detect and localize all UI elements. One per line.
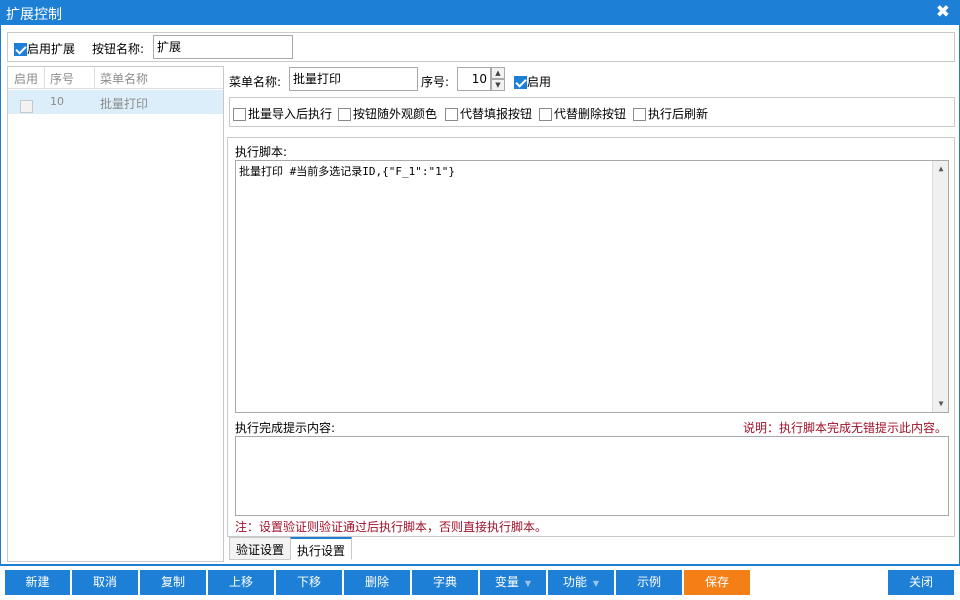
column-header-enabled: 启用 [14, 72, 39, 86]
menu-name-input[interactable]: 批量打印 [289, 67, 418, 91]
enable-extension-checkbox[interactable] [14, 43, 27, 56]
save-button[interactable]: 保存 [684, 570, 750, 595]
function-button-label: 功能 [562, 575, 587, 589]
move-up-button[interactable]: 上移 [208, 570, 274, 595]
script-scrollbar[interactable]: ▲ ▼ [932, 161, 948, 412]
scroll-down-icon[interactable]: ▼ [933, 396, 949, 412]
spin-up-icon[interactable]: ▲ [491, 67, 505, 79]
row-enabled-checkbox[interactable] [20, 100, 33, 113]
copy-button[interactable]: 复制 [140, 570, 206, 595]
tab-execute-settings[interactable]: 执行设置 [290, 537, 353, 560]
script-label: 执行脚本: [235, 145, 288, 159]
menu-list-panel: 启用 序号 菜单名称 10 批量打印 [7, 66, 224, 562]
order-input[interactable]: 10 [457, 67, 491, 91]
option-replace-delete[interactable]: 代替删除按钮 [539, 105, 626, 122]
table-row[interactable]: 10 批量打印 [8, 90, 223, 114]
variable-button-label: 变量 [494, 575, 519, 589]
spin-down-icon[interactable]: ▼ [491, 79, 505, 91]
move-down-button[interactable]: 下移 [276, 570, 342, 595]
option-checkbox[interactable] [233, 108, 246, 121]
button-name-input[interactable]: 扩展 [153, 35, 293, 59]
script-textarea[interactable]: 批量打印 #当前多选记录ID,{"F_1":"1"} ▲ ▼ [235, 160, 949, 413]
dictionary-button[interactable]: 字典 [412, 570, 478, 595]
row-order: 10 [50, 95, 64, 108]
option-checkbox[interactable] [338, 108, 351, 121]
scroll-up-icon[interactable]: ▲ [933, 161, 949, 177]
menu-enabled-checkbox[interactable] [514, 76, 527, 89]
options-group: 批量导入后执行 按钮随外观颜色 代替填报按钮 代替删除按钮 执行后刷新 [229, 97, 955, 127]
dropdown-caret-icon: ▼ [524, 579, 532, 588]
completion-label: 执行完成提示内容: [235, 421, 336, 435]
button-name-label: 按钮名称: [92, 42, 145, 56]
variable-button[interactable]: 变量 ▼ [480, 570, 546, 595]
completion-textarea[interactable] [235, 436, 949, 516]
cancel-button[interactable]: 取消 [72, 570, 138, 595]
close-button[interactable]: 关闭 [888, 570, 954, 595]
extension-header: 启用扩展 按钮名称: 扩展 [7, 32, 955, 62]
option-label: 批量导入后执行 [248, 107, 333, 121]
execution-note: 注：设置验证则验证通过后执行脚本，否则直接执行脚本。 [235, 520, 548, 534]
menu-list-header: 启用 序号 菜单名称 [8, 67, 223, 89]
bottom-toolbar: 新建 取消 复制 上移 下移 删除 字典 变量 ▼ 功能 ▼ 示例 保存 关闭 [0, 564, 960, 600]
row-name: 批量打印 [100, 97, 149, 111]
option-replace-fill[interactable]: 代替填报按钮 [445, 105, 532, 122]
new-button[interactable]: 新建 [5, 570, 70, 595]
option-checkbox[interactable] [633, 108, 646, 121]
dropdown-caret-icon: ▼ [592, 579, 600, 588]
option-refresh-after[interactable]: 执行后刷新 [633, 105, 708, 122]
option-label: 执行后刷新 [648, 107, 709, 121]
enable-extension-label: 启用扩展 [27, 42, 76, 56]
option-label: 按钮随外观颜色 [353, 107, 438, 121]
window-title: 扩展控制 [6, 7, 62, 23]
column-header-order: 序号 [50, 72, 75, 86]
option-label: 代替填报按钮 [460, 107, 533, 121]
menu-enabled-toggle[interactable]: 启用 [514, 73, 551, 90]
tab-validation-settings[interactable]: 验证设置 [229, 537, 292, 560]
script-text: 批量打印 #当前多选记录ID,{"F_1":"1"} [239, 165, 455, 178]
menu-enabled-label: 启用 [527, 75, 552, 89]
option-checkbox[interactable] [445, 108, 458, 121]
close-icon[interactable]: ✖ [936, 2, 950, 22]
column-header-name: 菜单名称 [100, 72, 149, 86]
execute-settings-panel: 执行脚本: 批量打印 #当前多选记录ID,{"F_1":"1"} ▲ ▼ 执行完… [227, 137, 955, 537]
delete-button[interactable]: 删除 [344, 570, 410, 595]
option-label: 代替删除按钮 [554, 107, 627, 121]
option-import-execute[interactable]: 批量导入后执行 [233, 105, 332, 122]
order-label: 序号: [421, 75, 450, 89]
function-button[interactable]: 功能 ▼ [548, 570, 614, 595]
example-button[interactable]: 示例 [616, 570, 682, 595]
completion-hint: 说明：执行脚本完成无错提示此内容。 [742, 421, 947, 435]
option-follow-color[interactable]: 按钮随外观颜色 [338, 105, 437, 122]
title-bar: 扩展控制 ✖ [0, 0, 960, 25]
menu-name-label: 菜单名称: [229, 75, 282, 89]
enable-extension-toggle[interactable]: 启用扩展 [14, 40, 75, 57]
option-checkbox[interactable] [539, 108, 552, 121]
